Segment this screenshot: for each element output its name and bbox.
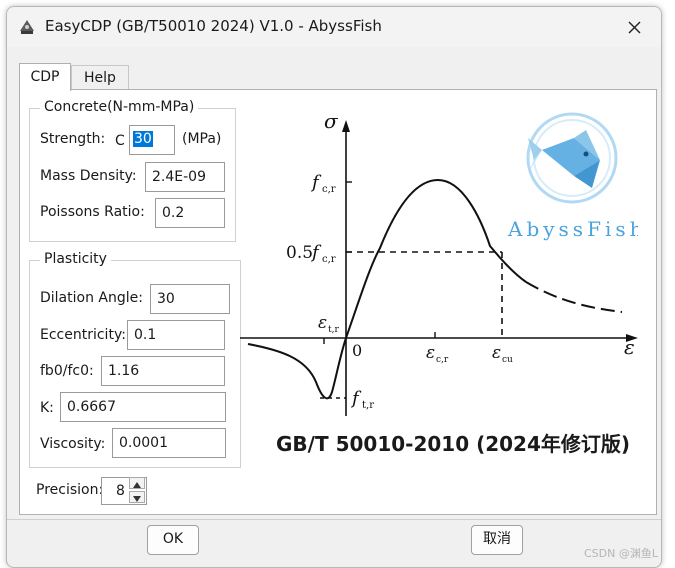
cancel-button[interactable]: 取消: [471, 525, 523, 555]
eps-tr-sub: t,r: [328, 325, 339, 335]
k-label: K:: [40, 400, 54, 416]
tension-curve: [247, 337, 347, 400]
strength-prefix: C: [115, 133, 125, 149]
tab-cdp[interactable]: CDP: [19, 63, 71, 91]
precision-label: Precision:: [36, 482, 104, 498]
spin-up-icon[interactable]: [129, 477, 145, 489]
density-label: Mass Density:: [40, 168, 137, 184]
eps-cu-label: ε: [492, 343, 501, 363]
cdp-curve-figure: σ ε f c,r 0.5 f c,r ε t,r 0 ε c,r ε cu f…: [240, 109, 638, 416]
strength-input[interactable]: 30: [129, 125, 175, 155]
poisson-input[interactable]: [155, 198, 225, 228]
eccentricity-input[interactable]: [127, 320, 225, 350]
watermark: CSDN @渊鱼L: [584, 547, 658, 560]
precision-value: 8: [116, 483, 125, 499]
eps-cu-sub: cu: [502, 355, 513, 365]
plasticity-group-title: Plasticity: [40, 251, 111, 267]
eps-cr-label: ε: [426, 343, 435, 363]
fcr-sub: c,r: [322, 184, 336, 195]
concrete-group: Concrete(N-mm-MPa) Strength: C 30 (MPa) …: [29, 99, 236, 242]
viscosity-label: Viscosity:: [40, 436, 106, 452]
epsilon-label: ε: [624, 335, 635, 359]
softening-curve: [525, 281, 623, 313]
poisson-label: Poissons Ratio:: [40, 204, 145, 220]
viscosity-input[interactable]: [112, 428, 226, 458]
spin-down-icon[interactable]: [129, 491, 145, 503]
eps-tr-label: ε: [318, 313, 327, 333]
footer-divider: [7, 519, 661, 520]
half-fcr-f: f: [310, 242, 322, 263]
abyssfish-logo: [526, 112, 618, 204]
logo-text: AbyssFish: [507, 217, 638, 241]
title-bar: EasyCDP (GB/T50010 2024) V1.0 - AbyssFis…: [7, 7, 661, 47]
close-icon[interactable]: [621, 15, 647, 39]
strength-unit: (MPa): [182, 131, 222, 147]
cdp-panel: Concrete(N-mm-MPa) Strength: C 30 (MPa) …: [19, 89, 657, 515]
dilation-input[interactable]: [150, 284, 230, 314]
fb0-fc0-label: fb0/fc0:: [40, 363, 94, 379]
dialog-window: EasyCDP (GB/T50010 2024) V1.0 - AbyssFis…: [6, 6, 662, 568]
origin-label: 0: [352, 341, 362, 360]
ftr-sub: t,r: [362, 400, 374, 411]
eccentricity-label: Eccentricity:: [40, 327, 126, 343]
tab-help[interactable]: Help: [71, 65, 129, 90]
sigma-label: σ: [324, 109, 339, 133]
plasticity-group: Plasticity Dilation Angle: Eccentricity:…: [29, 251, 241, 468]
half-fcr-sub: c,r: [322, 254, 336, 265]
k-input[interactable]: [60, 392, 226, 422]
compression-curve: [345, 178, 527, 339]
dilation-label: Dilation Angle:: [40, 290, 143, 306]
ftr-label: f: [350, 388, 362, 409]
eps-cr-sub: c,r: [436, 355, 449, 365]
app-icon: [20, 20, 34, 34]
strength-value: 30: [133, 131, 153, 147]
window-title: EasyCDP (GB/T50010 2024) V1.0 - AbyssFis…: [45, 17, 382, 35]
concrete-group-title: Concrete(N-mm-MPa): [40, 99, 199, 115]
fcr-label: f: [310, 172, 322, 193]
fb0-fc0-input[interactable]: [101, 356, 225, 386]
half-fcr-prefix: 0.5: [286, 243, 313, 263]
figure-caption: GB/T 50010-2010 (2024年修订版): [276, 432, 631, 456]
ok-button[interactable]: OK: [147, 525, 199, 555]
strength-label: Strength:: [40, 131, 106, 147]
density-input[interactable]: [145, 162, 225, 192]
